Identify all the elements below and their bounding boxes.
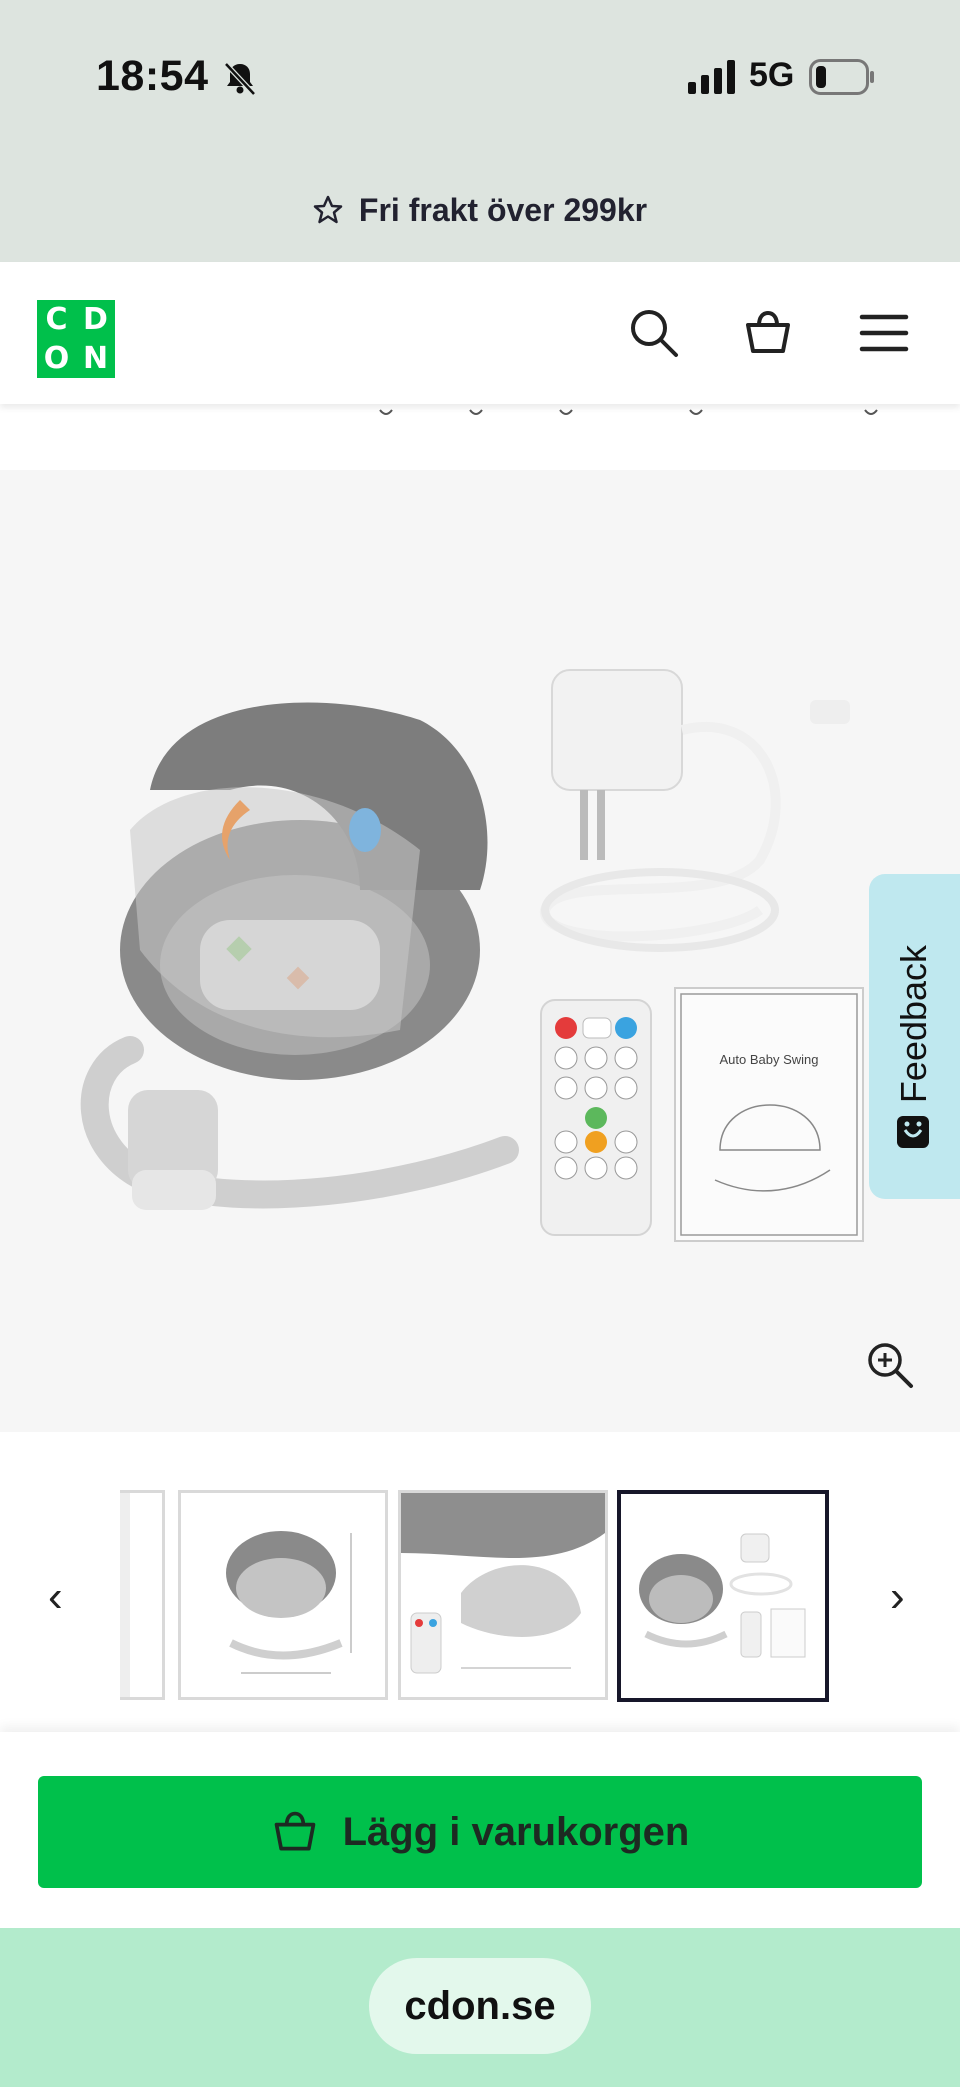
cdon-logo[interactable]: C D O N [37,300,115,378]
menu-icon[interactable] [858,307,910,359]
feedback-tab[interactable]: Feedback [869,874,960,1199]
star-icon [313,195,343,224]
search-icon[interactable] [628,307,680,359]
thumbnail-strip: ‹ › [0,1432,960,1732]
manual-title: Auto Baby Swing [719,1052,818,1067]
promo-text: Fri frakt över 299kr [358,191,648,228]
logo-letter: N [82,341,109,376]
thumbnail-4-active[interactable] [617,1490,829,1702]
status-time: 18:54 [96,52,209,100]
thumbnail-3[interactable] [398,1490,608,1700]
thumbnail-image [401,1493,605,1674]
thumbnail-next-button[interactable]: › [890,1572,905,1622]
bell-slash-icon [224,62,256,96]
site-header: C D O N [0,262,960,404]
free-shipping-promo[interactable]: Fri frakt över 299kr [0,190,960,230]
thumbnail-partial[interactable] [120,1490,165,1700]
thumbnail-prev-button[interactable]: ‹ [48,1572,63,1622]
logo-letter: O [43,341,70,376]
add-to-cart-button[interactable]: Lägg i varukorgen [38,1776,922,1888]
cart-icon[interactable] [742,307,794,359]
add-to-cart-label: Lägg i varukorgen [342,1809,690,1854]
cut-off-text [379,409,878,415]
cart-icon [274,1811,315,1851]
smile-icon [897,1116,929,1148]
network-type: 5G [749,56,795,94]
thumbnail-image [639,1533,806,1658]
battery-icon [809,59,874,95]
scrolled-content-edge [0,404,960,470]
product-image-gallery[interactable]: Auto Baby Swing [0,470,960,1432]
zoom-in-icon[interactable] [865,1340,915,1390]
url-bar[interactable]: cdon.se [369,1958,591,2054]
signal-icon [688,60,735,94]
logo-letter: C [45,302,68,337]
thumbnail-2[interactable] [178,1490,388,1700]
thumbnail-image [226,1531,352,1674]
product-image: Auto Baby Swing [80,669,864,1242]
logo-letter: D [83,302,108,337]
